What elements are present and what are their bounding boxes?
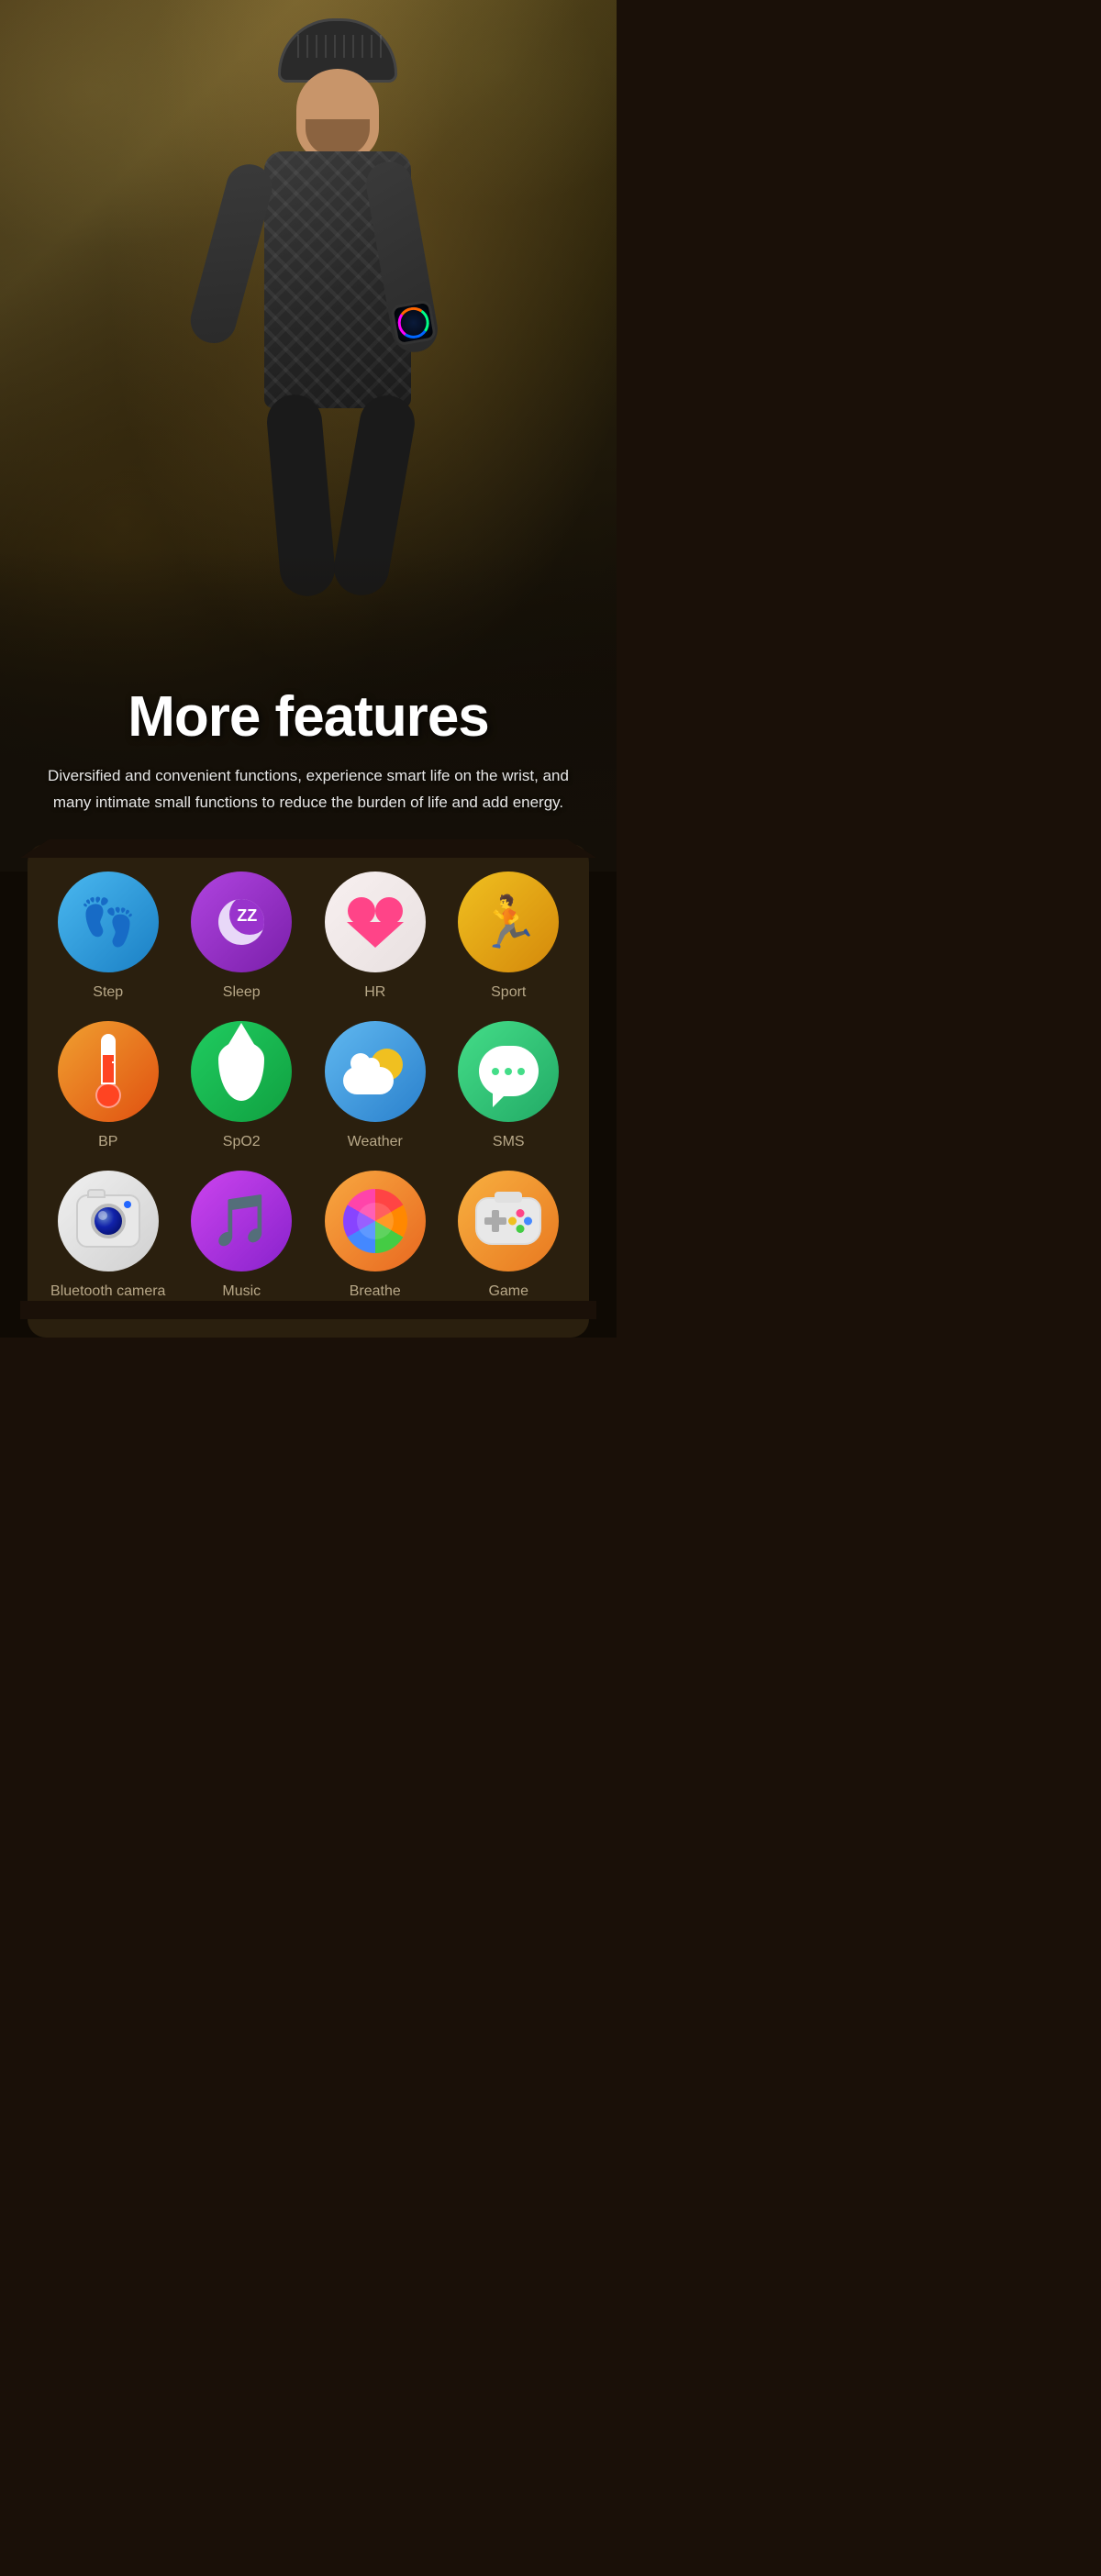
feature-item-step: 👣 Step <box>46 872 171 1003</box>
hero-text-container: More features Diversified and convenient… <box>0 686 617 816</box>
game-controller <box>475 1197 541 1245</box>
cloud-shape <box>343 1067 394 1094</box>
feature-item-spo2: SpO2 <box>180 1021 305 1152</box>
hero-subtitle: Diversified and convenient functions, ex… <box>37 763 580 816</box>
breathe-label: Breathe <box>350 1282 401 1302</box>
water-drop <box>218 1041 264 1101</box>
weather-icon <box>325 1021 426 1122</box>
dpad-vertical <box>492 1210 499 1232</box>
sleep-icon: ZZ <box>191 872 292 972</box>
sport-icon: 🏃 <box>458 872 559 972</box>
features-grid: 👣 Step ZZ Sleep <box>46 872 571 1301</box>
feature-item-sleep: ZZ Sleep <box>180 872 305 1003</box>
features-section: 👣 Step ZZ Sleep <box>28 844 589 1338</box>
thermo-bulb <box>95 1083 121 1108</box>
feature-item-hr: HR <box>313 872 438 1003</box>
feature-item-sms: SMS <box>447 1021 572 1152</box>
bluetooth-camera-icon <box>58 1171 159 1271</box>
bluetooth-dot <box>124 1201 131 1208</box>
sms-dot-3 <box>517 1068 525 1075</box>
person-figure <box>191 18 484 642</box>
game-buttons <box>508 1209 532 1233</box>
hero-title: More features <box>37 686 580 749</box>
step-icon: 👣 <box>58 872 159 972</box>
feature-item-weather: Weather <box>313 1021 438 1152</box>
feature-item-sport: 🏃 Sport <box>447 872 572 1003</box>
step-label: Step <box>93 983 123 1003</box>
bluetooth-camera-label: Bluetooth camera <box>50 1282 165 1302</box>
thermo-line-1 <box>112 1043 116 1045</box>
sms-dot-1 <box>492 1068 499 1075</box>
step-icon-symbol: 👣 <box>80 895 137 949</box>
dpad <box>484 1210 506 1232</box>
thermo-lines <box>112 1043 116 1063</box>
sleep-icon-inner: ZZ <box>218 899 264 945</box>
bp-icon <box>58 1021 159 1122</box>
sms-bubble <box>479 1046 539 1096</box>
thermo-line-3 <box>112 1061 116 1063</box>
game-label: Game <box>488 1282 528 1302</box>
feature-item-breathe: Breathe <box>313 1171 438 1302</box>
watch-ring <box>395 305 431 340</box>
game-icon <box>458 1171 559 1271</box>
btn-top <box>517 1209 525 1217</box>
feature-item-bp: BP <box>46 1021 171 1152</box>
runner-symbol: 🏃 <box>477 893 539 952</box>
feature-item-music: 🎵 Music <box>180 1171 305 1302</box>
page-wrapper: More features Diversified and convenient… <box>0 0 617 1338</box>
sport-label: Sport <box>491 983 526 1003</box>
feature-item-game: Game <box>447 1171 572 1302</box>
thermometer <box>95 1034 121 1108</box>
music-label: Music <box>222 1282 261 1302</box>
breathe-icon <box>325 1171 426 1271</box>
zzz-text: ZZ <box>237 906 257 926</box>
hr-label: HR <box>364 983 385 1003</box>
spo2-icon <box>191 1021 292 1122</box>
camera-lens <box>91 1204 126 1238</box>
sms-icon <box>458 1021 559 1122</box>
camera-top <box>87 1189 106 1198</box>
breathe-center <box>357 1203 394 1239</box>
beard <box>306 119 370 156</box>
music-note-symbol: 🎵 <box>210 1191 272 1250</box>
btn-left <box>508 1216 517 1225</box>
sms-dots <box>492 1068 525 1075</box>
watch-screen <box>394 303 434 343</box>
thermo-line-2 <box>112 1052 116 1054</box>
sms-dot-2 <box>505 1068 512 1075</box>
camera-outer <box>76 1194 140 1248</box>
spo2-label: SpO2 <box>223 1133 261 1152</box>
weather-icon-inner <box>343 1044 407 1099</box>
btn-right <box>524 1216 532 1225</box>
music-icon: 🎵 <box>191 1171 292 1271</box>
feature-item-bluetooth-camera: Bluetooth camera <box>46 1171 171 1302</box>
breathe-spiral <box>343 1189 407 1253</box>
btn-bottom <box>517 1225 525 1233</box>
heart-shape <box>348 897 403 948</box>
weather-label: Weather <box>348 1133 403 1152</box>
smartwatch <box>390 299 437 346</box>
sleep-label: Sleep <box>223 983 261 1003</box>
hr-icon <box>325 872 426 972</box>
bp-label: BP <box>98 1133 117 1152</box>
hero-section: More features Diversified and convenient… <box>0 0 617 872</box>
heart-bottom <box>347 922 404 948</box>
sms-label: SMS <box>493 1133 525 1152</box>
thermo-body <box>101 1034 116 1084</box>
head <box>296 69 379 161</box>
